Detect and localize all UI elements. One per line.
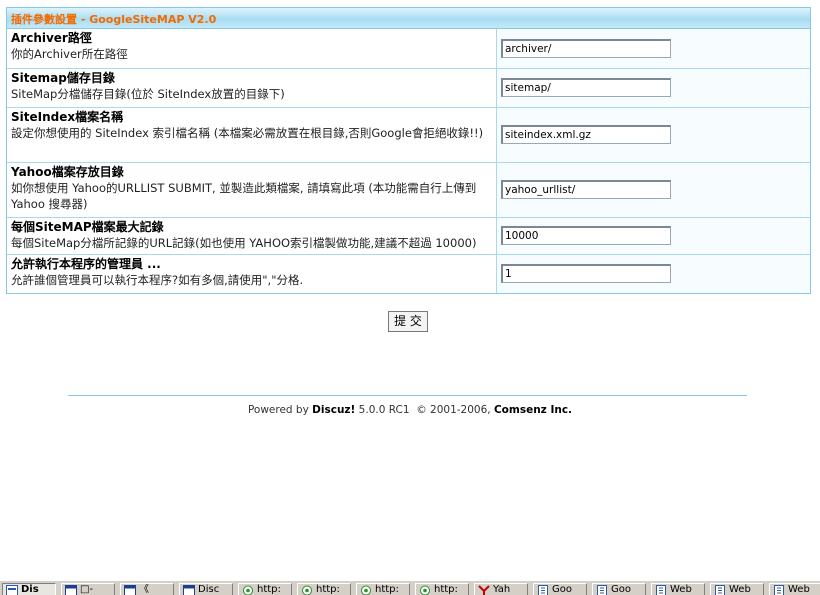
siteindex-filename-input[interactable] xyxy=(501,125,671,144)
taskbar-button-label: http: xyxy=(316,584,340,595)
taskbar-button-label: http: xyxy=(375,584,399,595)
taskbar-button-label: Yah xyxy=(493,584,510,595)
taskbar-button[interactable]: Disc xyxy=(179,583,233,595)
setting-row-yahoo-dir: Yahoo檔案存放目錄 如你想使用 Yahoo的URLLIST SUBMIT, … xyxy=(7,162,810,217)
taskbar-button[interactable]: http: xyxy=(415,583,469,595)
setting-description: 每個SiteMap分檔所記錄的URL記錄(如也使用 YAHOO索引檔製做功能,建… xyxy=(11,235,492,251)
taskbar-button-label: 《 xyxy=(139,584,149,595)
setting-description: SiteMap分檔儲存目錄(位於 SiteIndex放置的目錄下) xyxy=(11,86,492,102)
footer-version: 5.0.0 RC1 xyxy=(359,404,410,416)
taskbar-button-label: Disc xyxy=(198,584,219,595)
sitemap-dir-input[interactable] xyxy=(501,78,671,97)
taskbar-button[interactable]: □- xyxy=(61,583,115,595)
setting-row-max-records: 每個SiteMAP檔案最大記錄 每個SiteMap分檔所記錄的URL記錄(如也使… xyxy=(7,217,810,254)
taskbar-button[interactable]: Web xyxy=(769,583,820,595)
footer-copyright: © 2001-2006, xyxy=(416,404,490,416)
setting-description: 你的Archiver所在路徑 xyxy=(11,46,492,62)
panel-title: 插件參數設置 - GoogleSiteMAP V2.0 xyxy=(7,8,810,29)
setting-description: 如你想使用 Yahoo的URLLIST SUBMIT, 並製造此類檔案, 請填寫… xyxy=(11,180,492,212)
footer-company-link[interactable]: Comsenz Inc. xyxy=(494,404,572,416)
footer-product-link[interactable]: Discuz! xyxy=(312,404,355,416)
taskbar-button[interactable]: Goo xyxy=(592,583,646,595)
taskbar-button[interactable]: http: xyxy=(297,583,351,595)
taskbar-button[interactable]: http: xyxy=(356,583,410,595)
taskbar-button[interactable]: Yah xyxy=(474,583,528,595)
taskbar: Dis □- 《 Disc http: http: http: http: Yah Goo Goo W… xyxy=(0,580,820,595)
setting-description: 設定你想使用的 SiteIndex 索引檔名稱 (本檔案必需放置在根目錄,否則G… xyxy=(11,125,492,141)
taskbar-button[interactable]: Web xyxy=(710,583,764,595)
setting-row-allowed-admins: 允許執行本程序的管理員 ... 允許誰個管理員可以執行本程序?如有多個,請使用"… xyxy=(7,254,810,293)
setting-title: Archiver路徑 xyxy=(11,31,492,46)
taskbar-button-label: □- xyxy=(80,584,93,595)
setting-title: Yahoo檔案存放目錄 xyxy=(11,165,492,180)
plugin-settings-panel: 插件參數設置 - GoogleSiteMAP V2.0 Archiver路徑 你… xyxy=(6,7,811,294)
taskbar-button-label: Goo xyxy=(552,584,572,595)
taskbar-button-label: Goo xyxy=(611,584,631,595)
taskbar-button[interactable]: 《 xyxy=(120,583,174,595)
taskbar-button-label: Web xyxy=(788,584,810,595)
setting-row-siteindex-filename: SiteIndex檔案名稱 設定你想使用的 SiteIndex 索引檔名稱 (本… xyxy=(7,107,810,162)
footer-divider xyxy=(68,395,747,396)
max-records-input[interactable] xyxy=(501,226,671,245)
allowed-admins-input[interactable] xyxy=(501,264,671,283)
setting-description: 允許誰個管理員可以執行本程序?如有多個,請使用","分格. xyxy=(11,272,492,288)
setting-title: SiteIndex檔案名稱 xyxy=(11,110,492,125)
taskbar-button[interactable]: http: xyxy=(238,583,292,595)
taskbar-button-label: Web xyxy=(670,584,692,595)
submit-button[interactable]: 提 交 xyxy=(388,311,428,332)
taskbar-button-label: Web xyxy=(729,584,751,595)
setting-title: 每個SiteMAP檔案最大記錄 xyxy=(11,220,492,235)
footer-powered-by: Powered by xyxy=(248,404,309,416)
taskbar-button[interactable]: Dis xyxy=(2,583,56,595)
taskbar-button-label: Dis xyxy=(21,584,39,595)
yahoo-dir-input[interactable] xyxy=(501,180,671,199)
archiver-path-input[interactable] xyxy=(501,39,671,58)
settings-table: Archiver路徑 你的Archiver所在路徑 Sitemap儲存目錄 Si… xyxy=(7,29,810,293)
setting-row-archiver-path: Archiver路徑 你的Archiver所在路徑 xyxy=(7,29,810,68)
taskbar-button[interactable]: Web xyxy=(651,583,705,595)
setting-row-sitemap-dir: Sitemap儲存目錄 SiteMap分檔儲存目錄(位於 SiteIndex放置… xyxy=(7,68,810,107)
setting-title: 允許執行本程序的管理員 ... xyxy=(11,257,492,272)
footer: Powered by Discuz! 5.0.0 RC1 © 2001-2006… xyxy=(0,404,820,416)
taskbar-button-label: http: xyxy=(257,584,281,595)
setting-title: Sitemap儲存目錄 xyxy=(11,71,492,86)
taskbar-button-label: http: xyxy=(434,584,458,595)
taskbar-button[interactable]: Goo xyxy=(533,583,587,595)
